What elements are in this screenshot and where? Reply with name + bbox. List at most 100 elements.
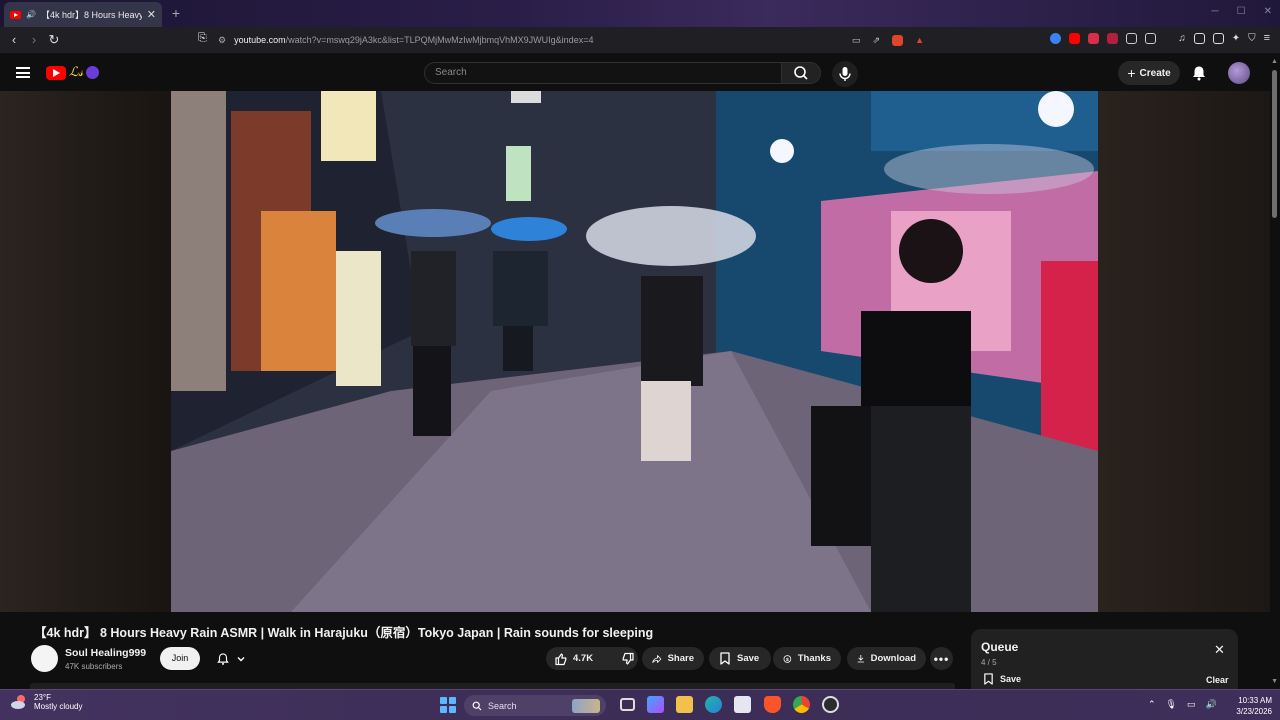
tray-mic-icon[interactable]: 🎙 — [1166, 699, 1177, 710]
leo-ai-icon[interactable]: ✦ — [1232, 33, 1240, 44]
forward-icon[interactable]: › — [24, 30, 44, 50]
search-highlight-image — [572, 698, 600, 713]
extension-youtube-icon[interactable] — [1069, 32, 1081, 44]
queue-close-icon[interactable]: ✕ — [1214, 643, 1225, 656]
window-close-icon[interactable]: ✕ — [1264, 6, 1272, 17]
brave-browser-icon[interactable] — [764, 696, 781, 713]
browser-toolbar: ‹ › ↻ ⎘ ⚙ youtube.com/watch?v=mswq29jA3k… — [0, 27, 1280, 53]
tray-overflow-icon[interactable]: ⌃ — [1148, 699, 1156, 710]
brave-rewards-icon[interactable]: ▲ — [915, 35, 924, 46]
task-view-icon[interactable] — [620, 698, 635, 711]
queue-save-button[interactable]: Save — [983, 673, 1021, 685]
network-icon[interactable]: ▭ — [1187, 699, 1196, 710]
speaker-icon[interactable]: 🔊 — [26, 10, 36, 19]
microphone-icon — [839, 67, 851, 81]
video-title: 【4k hdr】 8 Hours Heavy Rain ASMR | Walk … — [34, 626, 654, 640]
vpn-shield-icon[interactable]: ⛉ — [1248, 33, 1256, 44]
plus-icon: + — [1127, 65, 1136, 81]
site-info-icon[interactable]: ⚙ — [218, 35, 226, 46]
copilot-icon[interactable] — [647, 696, 664, 713]
download-button[interactable]: Download — [847, 647, 926, 670]
tab-close-icon[interactable]: ✕ — [147, 8, 156, 21]
page-scrollbar-thumb[interactable] — [1272, 70, 1277, 218]
volume-icon[interactable]: 🔊 — [1206, 699, 1217, 710]
channel-name[interactable]: Soul Healing999 — [65, 647, 146, 659]
more-actions-button[interactable]: ••• — [930, 647, 953, 670]
maximize-icon[interactable]: ☐ — [1237, 6, 1246, 17]
scroll-down-arrow-icon[interactable]: ▼ — [1271, 678, 1278, 685]
url-host: youtube.com — [234, 35, 286, 45]
bookmark-icon[interactable]: ⎘ — [198, 32, 207, 45]
address-actions: ▭ ⇗ ▲ — [852, 35, 924, 46]
extension-red-icon[interactable] — [1088, 32, 1100, 44]
weather-widget[interactable]: 23°F Mostly cloudy — [10, 693, 82, 711]
voice-search-button[interactable] — [832, 61, 858, 87]
share-page-icon[interactable]: ⇗ — [873, 35, 881, 46]
queue-save-icon — [984, 673, 993, 685]
create-button[interactable]: + Create — [1118, 61, 1180, 85]
address-bar[interactable]: ⎘ ⚙ youtube.com/watch?v=mswq29jA3kc&list… — [196, 30, 940, 50]
extension-video-icon[interactable] — [1107, 32, 1119, 44]
logo-doodle: ℒ𝓈 — [69, 65, 84, 80]
browser-tab[interactable]: 🔊 【4k hdr】8 Hours Heavy Rain ✕ — [4, 2, 162, 27]
clock-time: 10:33 AM — [1238, 696, 1272, 705]
windows-start-icon[interactable] — [440, 697, 456, 713]
join-button[interactable]: Join — [160, 647, 200, 670]
brave-shield-icon[interactable] — [892, 35, 904, 46]
taskbar-search-icon — [472, 701, 482, 710]
browser-menu-icon[interactable]: ≡ — [1264, 32, 1270, 44]
channel-avatar[interactable] — [31, 645, 58, 672]
edge-browser-icon[interactable] — [705, 696, 722, 713]
svg-text:$: $ — [786, 656, 789, 662]
notifications-bell-icon[interactable] — [1190, 64, 1208, 82]
sidebar-icon[interactable] — [1193, 32, 1205, 44]
video-player[interactable] — [171, 91, 1098, 612]
media-icon[interactable]: ♫ — [1178, 33, 1186, 44]
youtube-play-icon — [46, 65, 66, 80]
dislike-button[interactable] — [613, 647, 643, 670]
download-icon — [857, 655, 864, 663]
extension-chat-icon[interactable] — [1126, 32, 1138, 44]
like-button[interactable]: 4.7K — [546, 647, 601, 670]
weather-temperature: 23°F — [34, 693, 51, 702]
minimize-icon[interactable]: ─ — [1212, 6, 1219, 17]
search-input[interactable]: Search — [424, 62, 782, 84]
save-label: Save — [737, 653, 760, 664]
search-icon — [794, 66, 808, 80]
cast-icon[interactable]: ▭ — [852, 35, 861, 46]
account-avatar[interactable] — [1228, 62, 1250, 84]
queue-save-label: Save — [1000, 674, 1022, 684]
taskbar-search-input[interactable]: Search — [464, 695, 606, 716]
thumbs-down-icon — [622, 652, 634, 665]
logo-doodle-dot-icon — [86, 66, 100, 79]
subscriber-count: 47K subscribers — [65, 662, 123, 671]
thanks-button[interactable]: $ Thanks — [773, 647, 841, 670]
taskbar-search-placeholder: Search — [488, 700, 517, 711]
youtube-header: ℒ𝓈 Search + Create — [0, 53, 1280, 91]
reload-icon[interactable]: ↻ — [44, 30, 64, 50]
back-icon[interactable]: ‹ — [4, 30, 24, 50]
weather-description: Mostly cloudy — [34, 702, 83, 711]
extension-globe-icon[interactable] — [1050, 32, 1062, 44]
chrome-browser-icon[interactable] — [793, 696, 810, 713]
file-explorer-icon[interactable] — [676, 696, 693, 713]
new-tab-icon[interactable]: + — [168, 5, 184, 21]
youtube-favicon-icon — [10, 10, 21, 19]
scroll-up-arrow-icon[interactable]: ▲ — [1271, 58, 1278, 66]
extension-box-icon[interactable] — [1145, 32, 1157, 44]
like-dislike-group: 4.7K — [546, 647, 638, 670]
search-button[interactable] — [781, 62, 821, 84]
menu-icon[interactable] — [16, 67, 30, 78]
save-button[interactable]: Save — [709, 647, 771, 670]
video-frame — [171, 91, 1098, 612]
wallet-icon[interactable] — [1212, 32, 1224, 44]
queue-clear-button[interactable]: Clear — [1206, 675, 1229, 685]
obs-studio-icon[interactable] — [822, 696, 839, 713]
youtube-logo[interactable]: ℒ𝓈 — [46, 65, 100, 80]
browser-tab-bar: 🔊 【4k hdr】8 Hours Heavy Rain ✕ + ─ ☐ ✕ — [0, 0, 1280, 27]
share-button[interactable]: Share — [642, 647, 704, 670]
subscription-notifications-button[interactable] — [206, 647, 256, 670]
queue-panel: Queue 4 / 5 ✕ Save Clear — [971, 629, 1238, 689]
system-clock[interactable]: 10:33 AM 3/23/2026 — [1226, 695, 1272, 717]
microsoft-store-icon[interactable] — [734, 696, 751, 713]
